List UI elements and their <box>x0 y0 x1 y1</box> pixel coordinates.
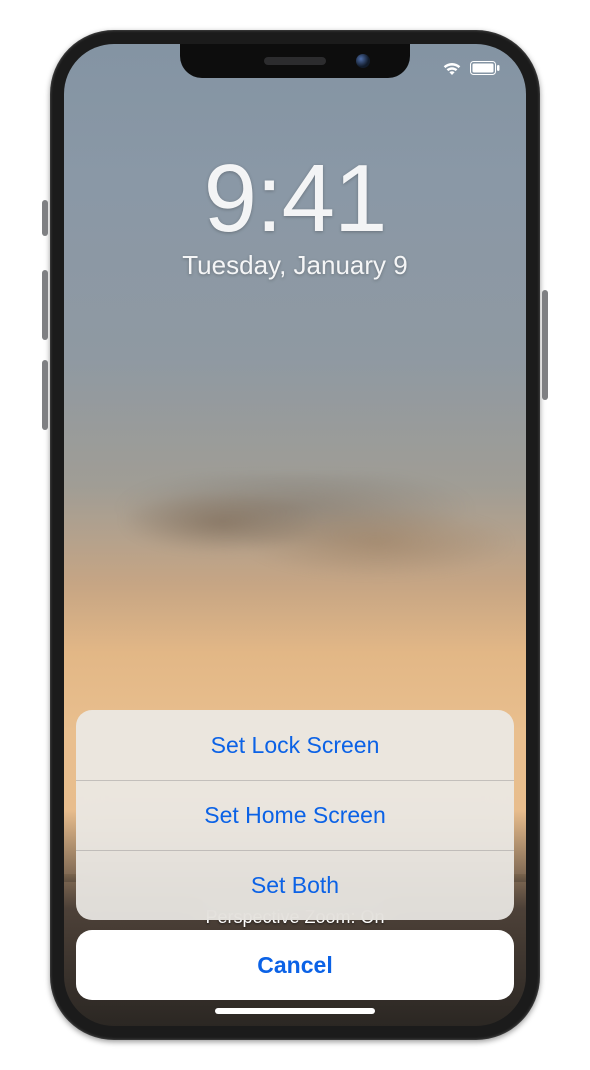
notch <box>180 44 410 78</box>
set-both-option[interactable]: Set Both <box>76 850 514 920</box>
home-indicator[interactable] <box>215 1008 375 1014</box>
screen: 9:41 Tuesday, January 9 Perspective Zoom… <box>64 44 526 1026</box>
action-sheet: Set Lock Screen Set Home Screen Set Both… <box>76 710 514 1000</box>
cancel-button[interactable]: Cancel <box>76 930 514 1000</box>
action-sheet-options: Set Lock Screen Set Home Screen Set Both <box>76 710 514 920</box>
set-home-screen-option[interactable]: Set Home Screen <box>76 780 514 850</box>
side-button[interactable] <box>542 290 548 400</box>
wallpaper-clouds <box>64 474 526 584</box>
phone-frame: 9:41 Tuesday, January 9 Perspective Zoom… <box>50 30 540 1040</box>
mute-switch[interactable] <box>42 200 48 236</box>
lock-screen-clock: 9:41 Tuesday, January 9 <box>64 144 526 281</box>
volume-down-button[interactable] <box>42 360 48 430</box>
volume-up-button[interactable] <box>42 270 48 340</box>
front-camera <box>356 54 370 68</box>
lock-date: Tuesday, January 9 <box>64 250 526 281</box>
battery-icon <box>470 61 500 75</box>
set-lock-screen-option[interactable]: Set Lock Screen <box>76 710 514 780</box>
wifi-icon <box>442 61 462 76</box>
earpiece-speaker <box>264 57 326 65</box>
lock-time: 9:41 <box>64 144 526 254</box>
